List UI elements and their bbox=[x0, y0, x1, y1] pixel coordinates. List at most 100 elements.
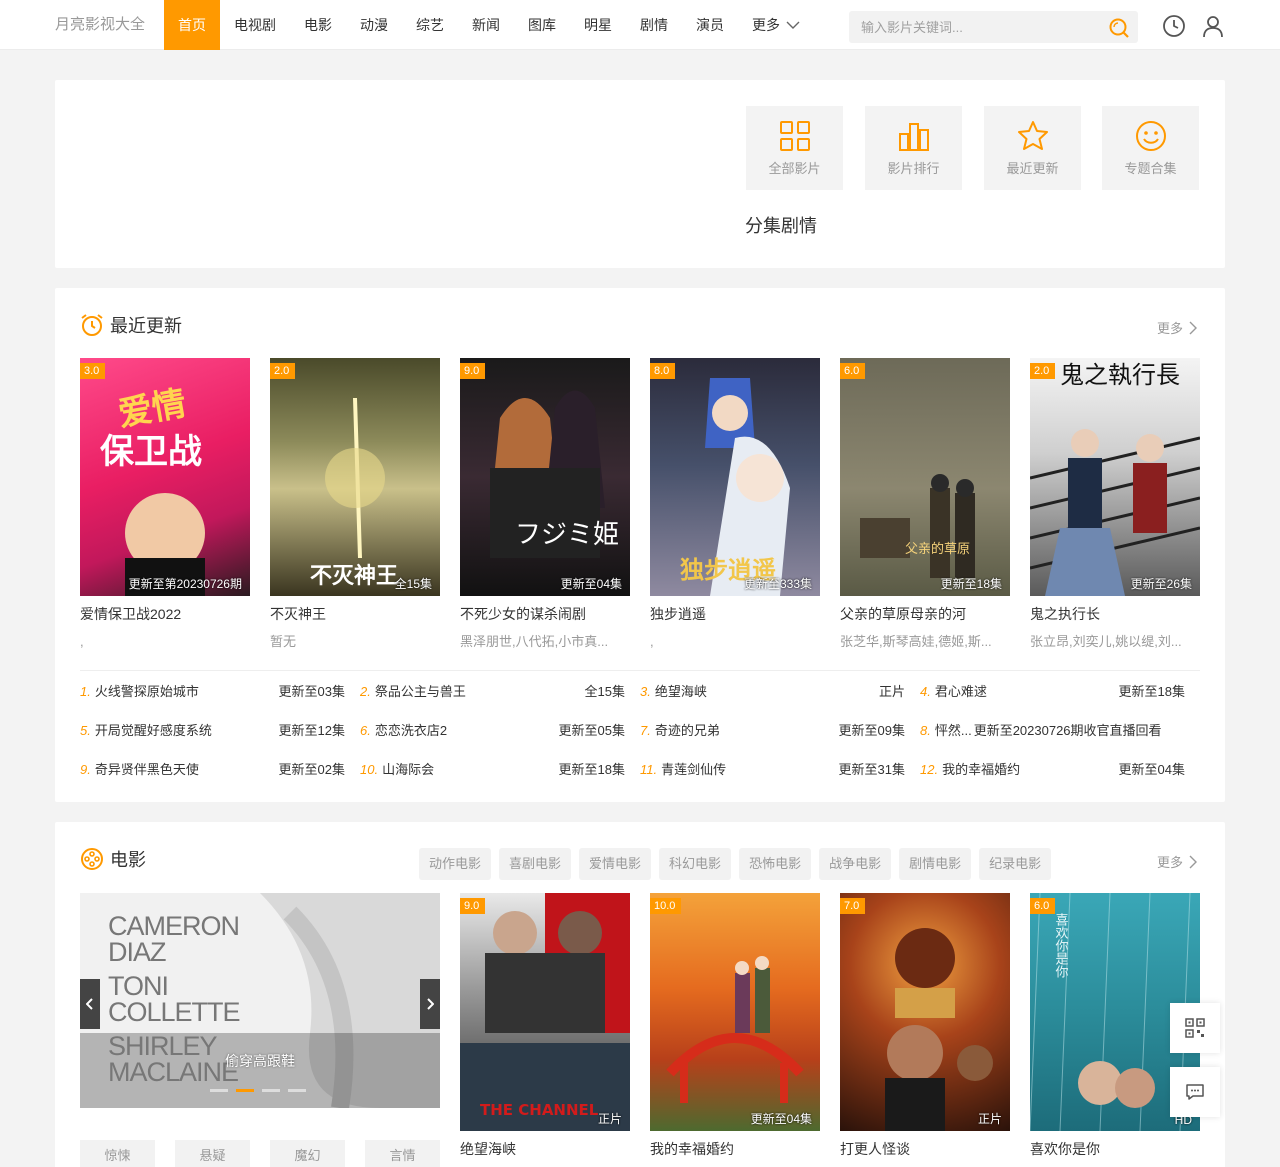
poster-image[interactable]: THE CHANNEL 9.0 正片 bbox=[460, 893, 630, 1131]
slider-dot[interactable] bbox=[236, 1089, 254, 1092]
slider-dot[interactable] bbox=[288, 1089, 306, 1092]
list-title[interactable]: 山海际会 bbox=[382, 761, 558, 779]
search-input[interactable] bbox=[849, 11, 1099, 43]
tag-documentary[interactable]: 纪录电影 bbox=[979, 848, 1052, 880]
card-title[interactable]: 爱情保卫战2022 bbox=[80, 606, 250, 622]
list-title[interactable]: 我的幸福婚约 bbox=[942, 761, 1118, 779]
list-item[interactable]: 3. 绝望海峡 正片 bbox=[640, 683, 905, 701]
list-status: 更新至31集 bbox=[838, 762, 905, 777]
tag-scifi[interactable]: 科幻电影 bbox=[659, 848, 732, 880]
recent-card[interactable]: 独步逍遥 8.0 更新至333集 独步逍遥 , bbox=[650, 358, 820, 650]
list-title[interactable]: 恋恋洗衣店2 bbox=[375, 722, 559, 740]
user-icon[interactable] bbox=[1201, 14, 1225, 38]
card-title[interactable]: 打更人怪谈 bbox=[840, 1141, 1010, 1157]
list-item[interactable]: 1. 火线警探原始城市 更新至03集 bbox=[80, 683, 345, 701]
poster-image[interactable]: 鬼之執行長 2.0 更新至26集 bbox=[1030, 358, 1200, 596]
list-title[interactable]: 开局觉醒好感度系统 bbox=[95, 722, 279, 740]
latest-updates-button[interactable]: 最近更新 bbox=[984, 106, 1081, 190]
list-item[interactable]: 6. 恋恋洗衣店2 更新至05集 bbox=[360, 722, 625, 740]
recent-card[interactable]: 父亲的草原 6.0 更新至18集 父亲的草原母亲的河 张芝华,斯琴高娃,德姬,斯… bbox=[840, 358, 1010, 650]
list-item[interactable]: 7. 奇迹的兄弟 更新至09集 bbox=[640, 722, 905, 740]
nav-anime[interactable]: 动漫 bbox=[346, 0, 402, 50]
nav-movie[interactable]: 电影 bbox=[290, 0, 346, 50]
search-icon[interactable] bbox=[1108, 17, 1130, 39]
list-title[interactable]: 祭品公主与兽王 bbox=[375, 683, 585, 701]
list-item[interactable]: 10. 山海际会 更新至18集 bbox=[360, 761, 625, 779]
card-title[interactable]: 不灭神王 bbox=[270, 606, 440, 622]
card-title[interactable]: 我的幸福婚约 bbox=[650, 1141, 820, 1157]
nav-news[interactable]: 新闻 bbox=[458, 0, 514, 50]
episode-plot-link[interactable]: 分集剧情 bbox=[745, 212, 817, 238]
nav-variety[interactable]: 综艺 bbox=[402, 0, 458, 50]
card-title[interactable]: 喜欢你是你 bbox=[1030, 1141, 1200, 1157]
feedback-button[interactable] bbox=[1170, 1067, 1220, 1117]
nav-tv[interactable]: 电视剧 bbox=[220, 0, 290, 50]
topics-button[interactable]: 专题合集 bbox=[1102, 106, 1199, 190]
list-title[interactable]: 君心难逑 bbox=[935, 683, 1119, 701]
slider-prev-button[interactable] bbox=[80, 979, 100, 1029]
card-title[interactable]: 父亲的草原母亲的河 bbox=[840, 606, 1010, 622]
recent-card[interactable]: 爱情 保卫战 3.0 更新至第20230726期 爱情保卫战2022 , bbox=[80, 358, 250, 650]
list-item[interactable]: 11. 青莲剑仙传 更新至31集 bbox=[640, 761, 905, 779]
all-movies-button[interactable]: 全部影片 bbox=[746, 106, 843, 190]
list-title[interactable]: 奇异贤伴黑色天使 bbox=[95, 761, 279, 779]
list-item[interactable]: 2. 祭品公主与兽王 全15集 bbox=[360, 683, 625, 701]
recent-more-link[interactable]: 更多 bbox=[1157, 318, 1197, 337]
poster-image[interactable]: 父亲的草原 6.0 更新至18集 bbox=[840, 358, 1010, 596]
tag-war[interactable]: 战争电影 bbox=[819, 848, 892, 880]
poster-image[interactable]: フジミ姫 9.0 更新至04集 bbox=[460, 358, 630, 596]
nav-more[interactable]: 更多 bbox=[738, 0, 814, 50]
nav-gallery[interactable]: 图库 bbox=[514, 0, 570, 50]
poster-image[interactable]: 10.0 更新至04集 bbox=[650, 893, 820, 1131]
nav-plot[interactable]: 剧情 bbox=[626, 0, 682, 50]
list-item[interactable]: 12. 我的幸福婚约 更新至04集 bbox=[920, 761, 1185, 779]
list-title[interactable]: 青莲剑仙传 bbox=[661, 761, 838, 779]
list-title[interactable]: 绝望海峡 bbox=[655, 683, 879, 701]
slider-dot[interactable] bbox=[262, 1089, 280, 1092]
slider-dot[interactable] bbox=[210, 1089, 228, 1092]
movie-card[interactable]: THE CHANNEL 9.0 正片 绝望海峡 bbox=[460, 893, 630, 1157]
recent-card[interactable]: 鬼之執行長 2.0 更新至26集 鬼之执行长 张立昂,刘奕儿,姚以缇,刘... bbox=[1030, 358, 1200, 650]
nav-actors[interactable]: 演员 bbox=[682, 0, 738, 50]
list-status: 更新至04集 bbox=[1118, 762, 1185, 777]
recent-card[interactable]: 不灭神王 2.0 全15集 不灭神王 暂无 bbox=[270, 358, 440, 650]
movie-more-link[interactable]: 更多 bbox=[1157, 852, 1197, 871]
poster-image[interactable]: 7.0 正片 bbox=[840, 893, 1010, 1131]
movie-card[interactable]: 10.0 更新至04集 我的幸福婚约 bbox=[650, 893, 820, 1157]
list-title[interactable]: 奇迹的兄弟 bbox=[655, 722, 839, 740]
list-title[interactable]: 怦然... bbox=[935, 722, 972, 740]
poster-image[interactable]: 独步逍遥 8.0 更新至333集 bbox=[650, 358, 820, 596]
card-title[interactable]: 绝望海峡 bbox=[460, 1141, 630, 1157]
poster-image[interactable]: 爱情 保卫战 3.0 更新至第20230726期 bbox=[80, 358, 250, 596]
featured-slider[interactable]: CAMERON DIAZ TONI COLLETTE SHIRLEY MACLA… bbox=[80, 893, 440, 1108]
tag-romance[interactable]: 爱情电影 bbox=[579, 848, 652, 880]
list-item[interactable]: 9. 奇异贤伴黑色天使 更新至02集 bbox=[80, 761, 345, 779]
nav-home[interactable]: 首页 bbox=[164, 0, 220, 50]
history-icon[interactable] bbox=[1162, 14, 1186, 38]
ranking-button[interactable]: 影片排行 bbox=[865, 106, 962, 190]
card-title[interactable]: 独步逍遥 bbox=[650, 606, 820, 622]
tag-drama[interactable]: 剧情电影 bbox=[899, 848, 972, 880]
card-title[interactable]: 鬼之执行长 bbox=[1030, 606, 1200, 622]
list-item[interactable]: 8. 怦然... 更新至20230726期收官直播回看 bbox=[920, 722, 1190, 740]
poster-image[interactable]: 不灭神王 2.0 全15集 bbox=[270, 358, 440, 596]
movie-card[interactable]: 7.0 正片 打更人怪谈 bbox=[840, 893, 1010, 1157]
list-item[interactable]: 5. 开局觉醒好感度系统 更新至12集 bbox=[80, 722, 345, 740]
recent-card[interactable]: フジミ姫 9.0 更新至04集 不死少女的谋杀闹剧 黑泽朋世,八代拓,小市真..… bbox=[460, 358, 630, 650]
tag-horror[interactable]: 恐怖电影 bbox=[739, 848, 812, 880]
list-item[interactable]: 4. 君心难逑 更新至18集 bbox=[920, 683, 1185, 701]
genre-suspense[interactable]: 悬疑 bbox=[175, 1140, 250, 1167]
genre-fantasy[interactable]: 魔幻 bbox=[270, 1140, 345, 1167]
card-title[interactable]: 不死少女的谋杀闹剧 bbox=[460, 606, 630, 622]
qr-code-button[interactable] bbox=[1170, 1003, 1220, 1053]
genre-romance[interactable]: 言情 bbox=[365, 1140, 440, 1167]
slider-next-button[interactable] bbox=[420, 979, 440, 1029]
list-title[interactable]: 火线警探原始城市 bbox=[95, 683, 279, 701]
tag-comedy[interactable]: 喜剧电影 bbox=[499, 848, 572, 880]
tag-action[interactable]: 动作电影 bbox=[419, 848, 492, 880]
slider-caption[interactable]: 偷穿高跟鞋 bbox=[225, 1051, 295, 1071]
nav-stars[interactable]: 明星 bbox=[570, 0, 626, 50]
chevron-right-icon bbox=[427, 998, 434, 1010]
site-logo[interactable]: 月亮影视大全 bbox=[55, 0, 145, 50]
genre-thriller[interactable]: 惊悚 bbox=[80, 1140, 155, 1167]
